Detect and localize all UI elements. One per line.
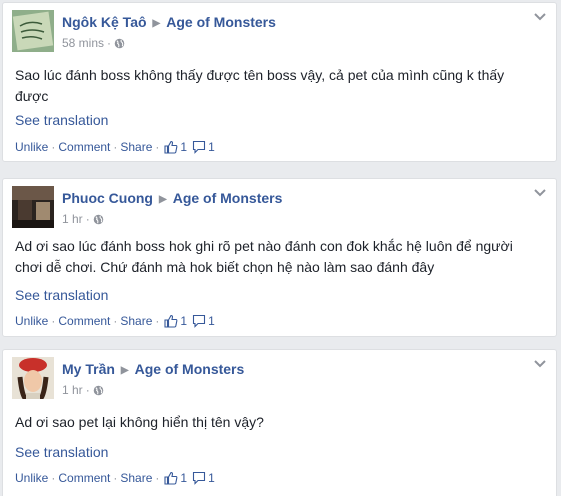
globe-icon — [114, 38, 125, 49]
unlike-link[interactable]: Unlike — [15, 140, 48, 154]
post-header: Phuoc Cuong ▶ Age of Monsters 1 hr · — [62, 190, 283, 226]
author-name[interactable]: My Trần — [62, 361, 115, 377]
unlike-link[interactable]: Unlike — [15, 471, 48, 485]
post-card: My Trần ▶ Age of Monsters 1 hr · Ad ơi sao … — [2, 349, 557, 496]
group-name[interactable]: Age of Monsters — [166, 14, 276, 30]
thumbs-up-icon[interactable] — [164, 140, 178, 154]
share-link[interactable]: Share — [120, 471, 152, 485]
comment-link[interactable]: Comment — [58, 471, 110, 485]
thumbs-up-icon[interactable] — [164, 471, 178, 485]
arrow-right-icon: ▶ — [152, 18, 161, 29]
see-translation-link[interactable]: See translation — [15, 287, 108, 303]
post-actions: Unlike · Comment · Share · 1 1 — [15, 314, 215, 328]
timestamp[interactable]: 58 mins — [62, 36, 104, 50]
avatar[interactable] — [12, 10, 54, 52]
comment-bubble-icon[interactable] — [192, 314, 206, 328]
arrow-right-icon: ▶ — [120, 365, 129, 376]
like-count[interactable]: 1 — [180, 471, 187, 485]
like-count[interactable]: 1 — [180, 140, 187, 154]
timestamp[interactable]: 1 hr — [62, 383, 83, 397]
post-text: Ad ơi sao pet lại không hiển thị tên vậy… — [15, 414, 264, 430]
post-actions: Unlike · Comment · Share · 1 1 — [15, 471, 215, 485]
group-name[interactable]: Age of Monsters — [135, 361, 245, 377]
post-text: Sao lúc đánh boss không thấy được tên bo… — [15, 67, 505, 104]
see-translation-link[interactable]: See translation — [15, 444, 108, 460]
post-header: Ngôk Kệ Taô ▶ Age of Monsters 58 mins · — [62, 14, 276, 50]
post-actions: Unlike · Comment · Share · 1 1 — [15, 140, 215, 154]
post-header: My Trần ▶ Age of Monsters 1 hr · — [62, 361, 245, 397]
share-link[interactable]: Share — [120, 140, 152, 154]
globe-icon — [93, 214, 103, 225]
unlike-link[interactable]: Unlike — [15, 314, 48, 328]
author-name[interactable]: Ngôk Kệ Taô — [62, 14, 147, 30]
globe-icon — [93, 385, 103, 396]
see-translation-link[interactable]: See translation — [15, 112, 108, 128]
author-name[interactable]: Phuoc Cuong — [62, 190, 153, 206]
group-name[interactable]: Age of Monsters — [173, 190, 283, 206]
post-card: Ngôk Kệ Taô ▶ Age of Monsters 58 mins · Sao… — [2, 2, 557, 162]
avatar[interactable] — [12, 357, 54, 399]
thumbs-up-icon[interactable] — [164, 314, 178, 328]
like-count[interactable]: 1 — [180, 314, 187, 328]
comment-bubble-icon[interactable] — [192, 471, 206, 485]
avatar[interactable] — [12, 186, 54, 228]
timestamp[interactable]: 1 hr — [62, 212, 83, 226]
comment-count[interactable]: 1 — [208, 140, 215, 154]
post-card: Phuoc Cuong ▶ Age of Monsters 1 hr · Ad ơi … — [2, 178, 557, 337]
chevron-down-icon[interactable] — [533, 359, 547, 369]
comment-link[interactable]: Comment — [58, 140, 110, 154]
comment-count[interactable]: 1 — [208, 314, 215, 328]
share-link[interactable]: Share — [120, 314, 152, 328]
post-text: Ad ơi sao lúc đánh boss hok ghi rõ pet n… — [15, 238, 513, 275]
arrow-right-icon: ▶ — [159, 194, 167, 205]
chevron-down-icon[interactable] — [533, 12, 547, 22]
comment-bubble-icon[interactable] — [192, 140, 206, 154]
comment-count[interactable]: 1 — [208, 471, 215, 485]
chevron-down-icon[interactable] — [533, 188, 547, 198]
comment-link[interactable]: Comment — [58, 314, 110, 328]
